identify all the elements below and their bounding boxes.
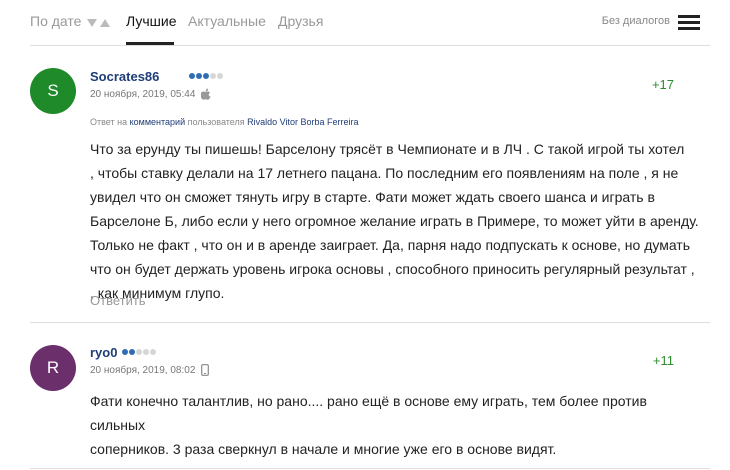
comment: R ryo0 20 ноября, 2019, 08:02 +11 Фати к…	[30, 323, 710, 469]
user-rating-dots	[122, 349, 156, 355]
comment-text: Что за ерунду ты пишешь! Барселону трясё…	[90, 137, 700, 305]
menu-icon[interactable]	[678, 15, 700, 30]
comment-text-line: Что за ерунду ты пишешь! Барселону трясё…	[90, 141, 685, 157]
reply-user-link[interactable]: Rivaldo Vitor Borba Ferreira	[247, 117, 358, 127]
tab-by-date[interactable]: По дате	[30, 13, 81, 29]
comment-score: +11	[652, 353, 674, 368]
comments-sort-tabs: По дате Лучшие Актуальные Друзья Без диа…	[30, 0, 710, 46]
sort-arrows-icon[interactable]	[87, 17, 111, 29]
avatar[interactable]: R	[30, 345, 76, 391]
comment-meta: 20 ноября, 2019, 08:02	[90, 364, 209, 376]
comment-text-line: , чтобы ставку делали на 17 летнего паца…	[90, 165, 679, 181]
no-dialogs-toggle[interactable]: Без диалогов	[602, 15, 670, 27]
comment-text-line: соперников. 3 раза сверкнул в начале и м…	[90, 441, 557, 457]
comment-timestamp: 20 ноября, 2019, 05:44	[90, 89, 196, 100]
tab-best[interactable]: Лучшие	[126, 13, 176, 29]
comment-text: Фати конечно талантлив, но рано.... рано…	[90, 389, 700, 461]
comment-text-line: увидел что он сможет тянуть игру в старт…	[90, 189, 655, 205]
user-rating-dots	[189, 73, 223, 79]
comment-text-line: Фати конечно талантлив, но рано.... рано…	[90, 393, 647, 433]
comment: S Socrates86 20 ноября, 2019, 05:44 +17 …	[30, 47, 710, 323]
comment-meta: 20 ноября, 2019, 05:44	[90, 88, 211, 100]
reply-mid: пользователя	[187, 117, 245, 127]
comment-text-line: что он будет держать уровень игрока осно…	[90, 261, 695, 277]
comment-username[interactable]: ryo0	[90, 345, 117, 360]
comment-text-line: Только не факт , что он и в аренде заигр…	[90, 237, 691, 253]
active-tab-indicator	[126, 42, 174, 45]
reply-comment-link[interactable]: комментарий	[130, 117, 185, 127]
comment-text-line: Барселоне Б, либо если у него огромное ж…	[90, 213, 699, 229]
avatar[interactable]: S	[30, 68, 76, 114]
phone-icon	[201, 364, 209, 376]
tab-actual[interactable]: Актуальные	[188, 13, 266, 29]
reply-prefix: Ответ на	[90, 117, 128, 127]
comment-score: +17	[651, 77, 674, 92]
apple-icon	[201, 88, 211, 100]
comment-text-line: , как минимум глупо.	[90, 285, 225, 301]
tab-friends[interactable]: Друзья	[278, 13, 323, 29]
comment-username[interactable]: Socrates86	[90, 69, 159, 84]
reply-to-info: Ответ на комментарий пользователя Rivald…	[90, 117, 359, 127]
comment-timestamp: 20 ноября, 2019, 08:02	[90, 365, 196, 376]
reply-button[interactable]: Ответить	[90, 293, 146, 308]
